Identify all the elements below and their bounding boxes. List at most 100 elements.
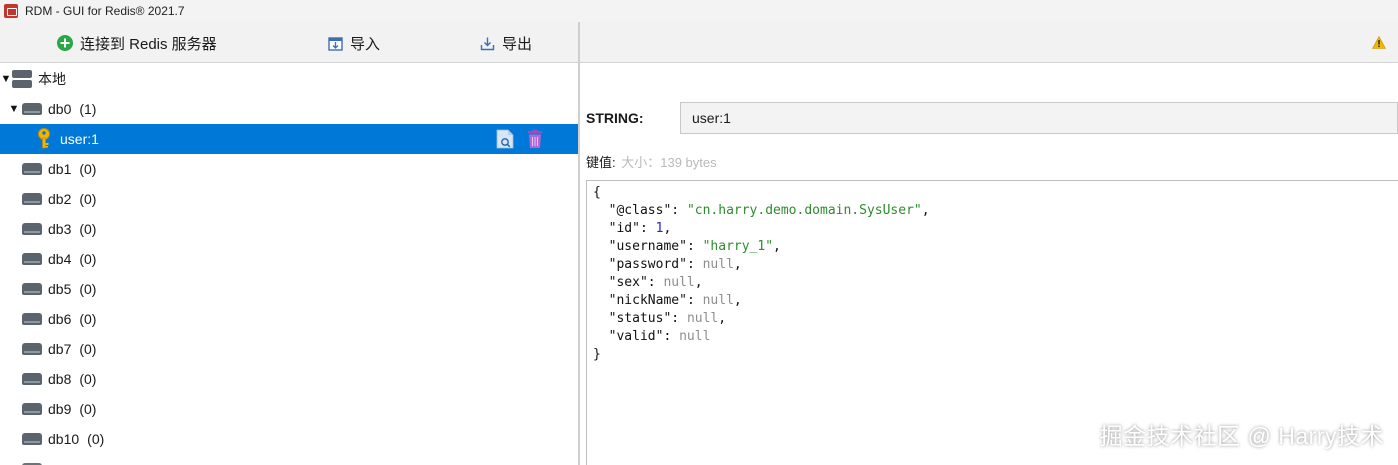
db-node-db6[interactable]: db6 (0) [0,304,578,334]
db-name: db10 [48,431,80,447]
code-token: : [647,275,664,290]
code-line: "@class": "cn.harry.demo.domain.SysUser"… [593,202,930,220]
warning-icon[interactable] [1371,35,1387,52]
database-icon [22,253,42,265]
code-token: , [663,221,672,236]
database-icon [22,313,42,325]
db-node-db4[interactable]: db4 (0) [0,244,578,274]
server-node[interactable]: ▼ 本地 [0,64,578,94]
db-name: db2 [48,191,72,207]
server-name: 本地 [38,71,66,87]
database-icon [22,283,42,295]
database-icon [22,343,42,355]
code-line: } [593,346,930,364]
database-icon [22,373,42,385]
console-icon[interactable] [496,129,514,149]
connect-redis-button[interactable]: 连接到 Redis 服务器 [57,32,217,54]
code-line: "nickName": null, [593,292,930,310]
code-token: : [686,257,703,272]
db-node-db7[interactable]: db7 (0) [0,334,578,364]
db-name: db6 [48,311,72,327]
code-token: , [921,203,930,218]
import-icon [328,36,343,51]
db-node-db1[interactable]: db1 (0) [0,154,578,184]
db-key-count: (0) [79,401,97,417]
code-token: : [639,221,656,236]
value-size: 大小：139 bytes [621,155,717,170]
title-bar: RDM - GUI for Redis® 2021.7 [0,0,1398,23]
db-node-db5[interactable]: db5 (0) [0,274,578,304]
key-icon [36,128,52,150]
db-name: db7 [48,341,72,357]
import-button[interactable]: 导入 [328,32,380,54]
db-key-count: (0) [79,281,97,297]
connect-redis-label: 连接到 Redis 服务器 [80,35,217,53]
db-key-count: (0) [79,221,97,237]
import-label: 导入 [350,35,381,53]
code-token: : [663,329,680,344]
database-icon [22,433,42,445]
value-label: 键值: [586,155,616,170]
key-node-selected[interactable]: user:1 [0,124,578,154]
code-line: "valid": null [593,328,930,346]
expand-arrow-icon[interactable]: ▼ [8,103,20,115]
connection-tree: ▼ 本地 ▼ db0 (1) user:1 db1 (0) db2 (0) db… [0,63,578,465]
code-token: , [733,293,742,308]
delete-icon[interactable] [526,129,544,149]
code-token: "id" [608,221,640,236]
connections-toolbar: 连接到 Redis 服务器 导入 导出 [0,22,578,63]
db-key-count: (1) [79,101,97,117]
db-node-partial[interactable] [0,454,578,465]
expand-arrow-icon[interactable]: ▼ [0,73,12,85]
code-token: "password" [608,257,687,272]
db-node-db8[interactable]: db8 (0) [0,364,578,394]
database-icon [22,223,42,235]
connections-panel: 连接到 Redis 服务器 导入 导出 ▼ 本地 ▼ db0 (1) user:… [0,22,578,465]
db-name: db3 [48,221,72,237]
key-type-label: STRING: [586,110,644,126]
db-key-count: (0) [79,191,97,207]
code-token: "cn.harry.demo.domain.SysUser" [686,203,922,218]
code-line: "username": "harry_1", [593,238,930,256]
code-token: , [694,275,703,290]
code-line: "sex": null, [593,274,930,292]
database-icon [22,163,42,175]
code-token: "valid" [608,329,664,344]
db-name: db4 [48,251,72,267]
db-key-count: (0) [79,311,97,327]
code-token: null [702,257,734,272]
watermark: 掘金技术社区 @ Harry技术 [1099,423,1384,449]
database-icon [22,193,42,205]
code-token: null [686,311,719,326]
code-token: , [733,257,742,272]
db-name: db8 [48,371,72,387]
database-icon [22,403,42,415]
db-key-count: (0) [79,371,97,387]
export-button[interactable]: 导出 [480,32,532,54]
code-token: { [593,185,601,200]
server-icon [12,69,32,89]
code-line: "password": null, [593,256,930,274]
plus-circle-icon [57,35,73,51]
db-node-db10[interactable]: db10 (0) [0,424,578,454]
export-label: 导出 [502,35,533,53]
db-node-db2[interactable]: db2 (0) [0,184,578,214]
db-node-db0[interactable]: ▼ db0 (1) [0,94,578,124]
db-key-count: (0) [79,161,97,177]
key-name-field[interactable]: user:1 [680,102,1398,134]
code-token: "nickName" [608,293,687,308]
code-token: "username" [608,239,687,254]
code-token: "@class" [608,203,672,218]
code-token: } [593,347,601,362]
db-node-db3[interactable]: db3 (0) [0,214,578,244]
code-token: "harry_1" [702,239,774,254]
code-token: "status" [608,311,672,326]
db-name: db1 [48,161,72,177]
code-token: , [718,311,727,326]
db-node-db9[interactable]: db9 (0) [0,394,578,424]
